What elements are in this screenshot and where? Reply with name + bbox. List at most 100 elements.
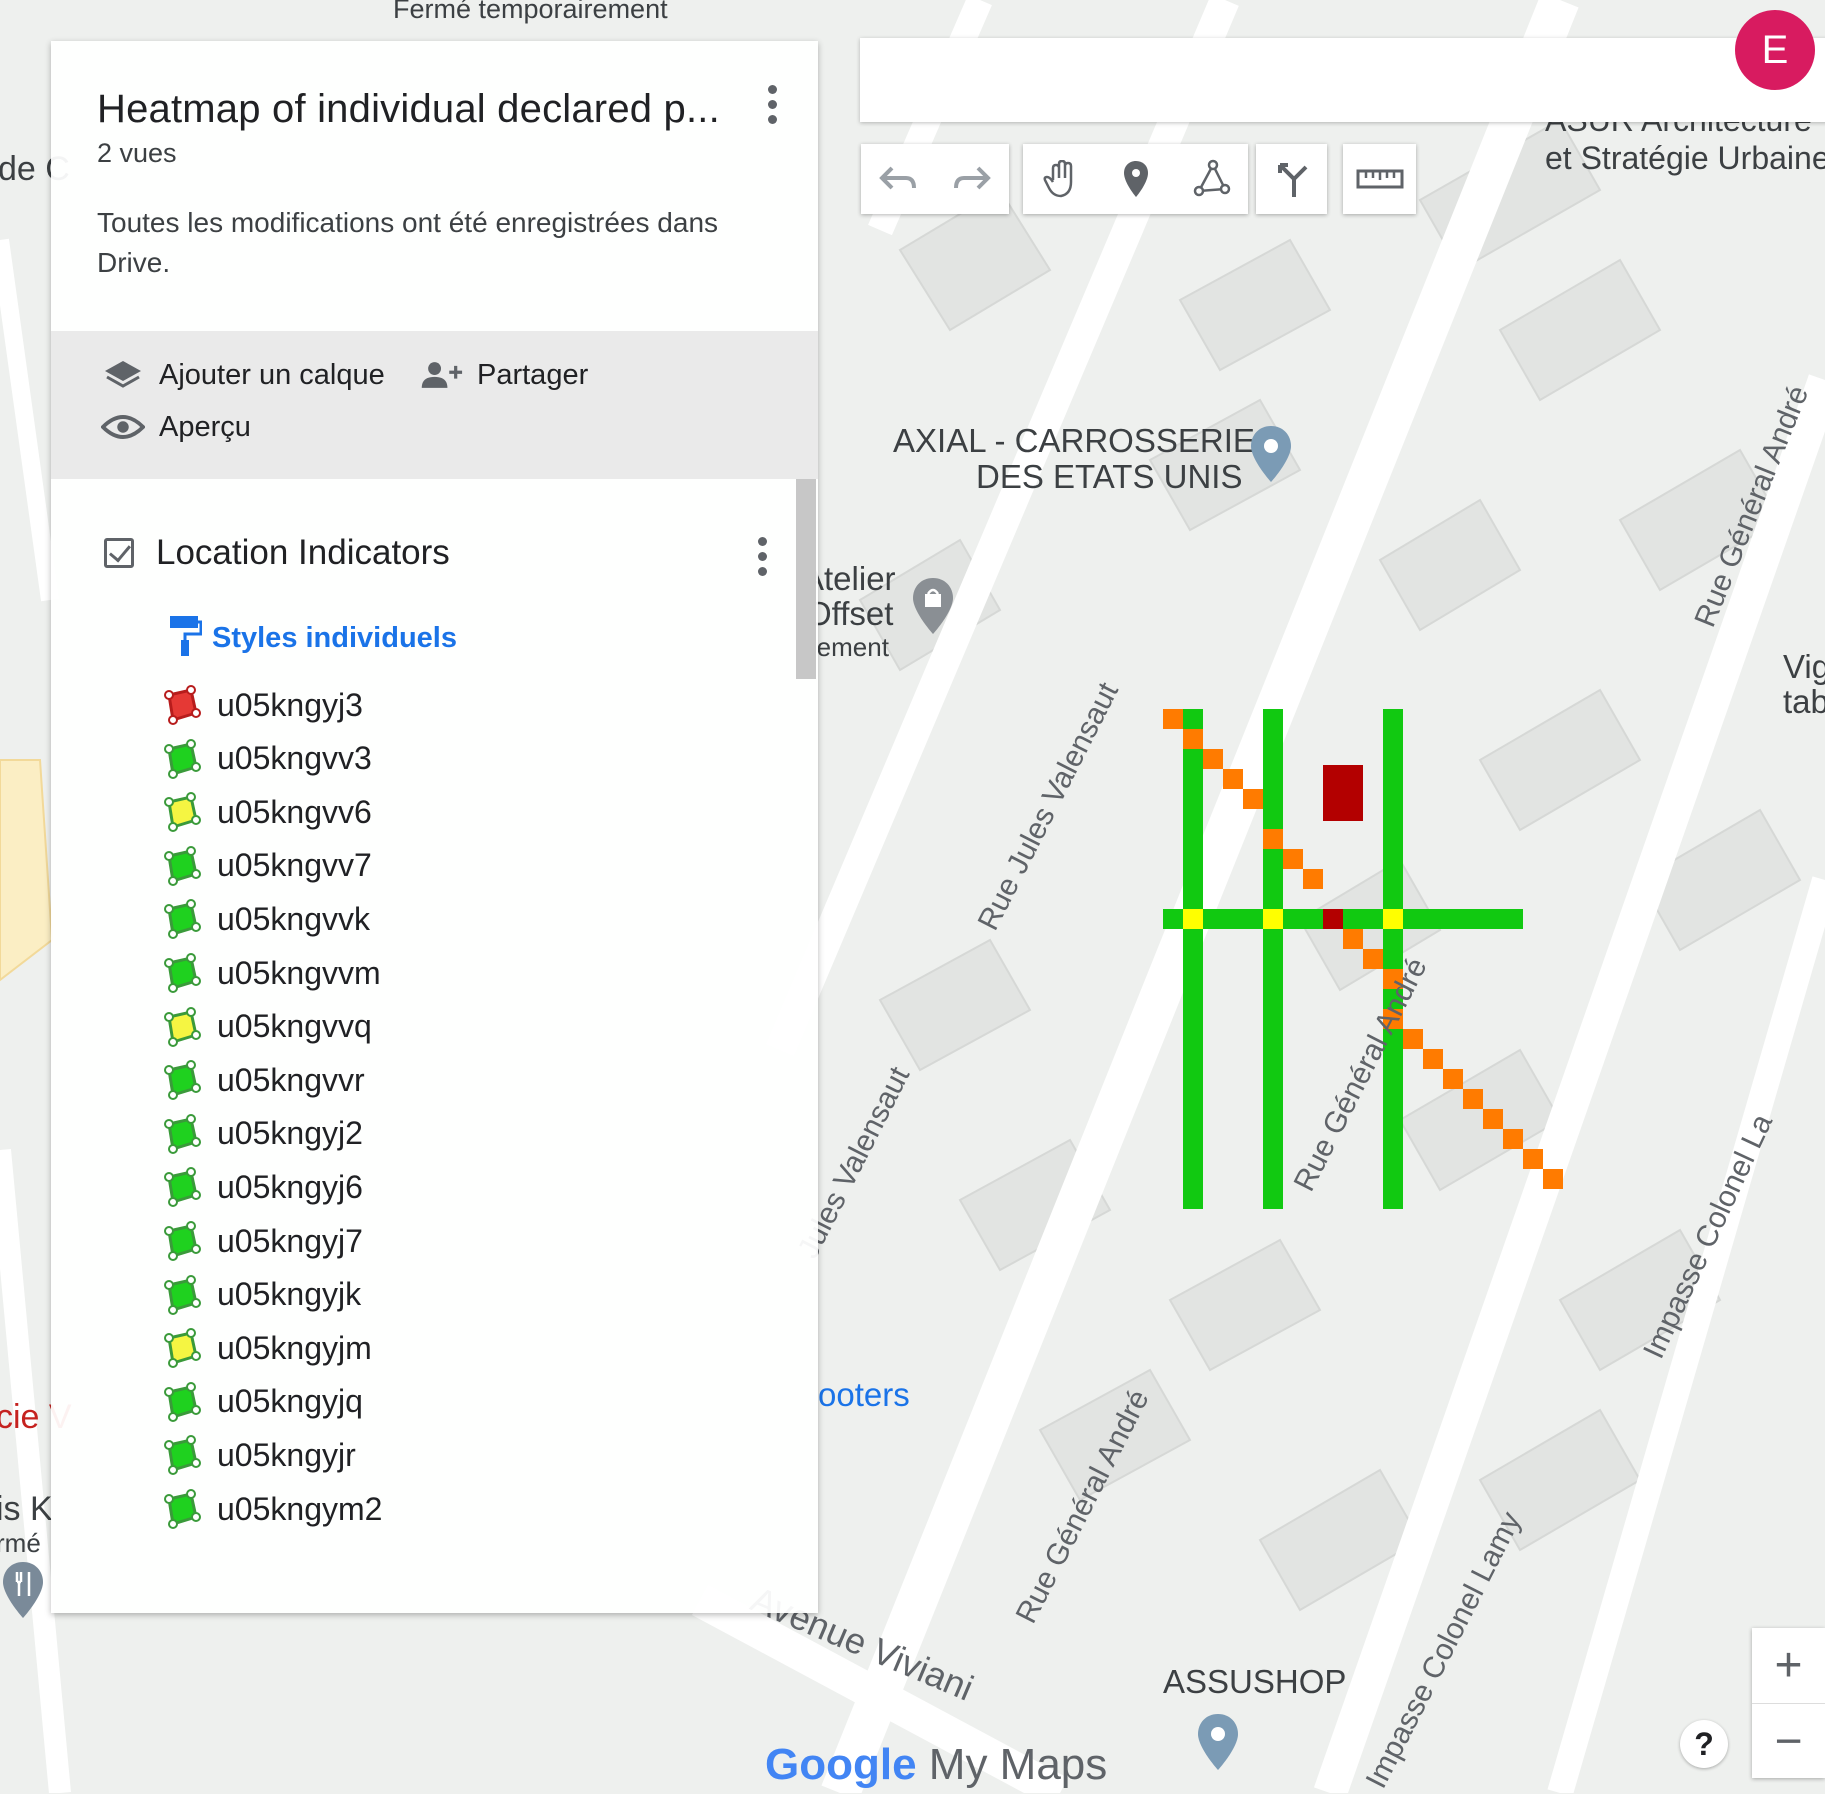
heatmap-cell[interactable] bbox=[1263, 849, 1283, 869]
pan-tool-button[interactable] bbox=[1023, 160, 1098, 198]
heatmap-cell[interactable] bbox=[1383, 1129, 1403, 1149]
poi-axial-pin-icon[interactable] bbox=[1248, 424, 1294, 486]
heatmap-cell[interactable] bbox=[1463, 909, 1483, 929]
poi-assushop-pin-icon[interactable] bbox=[1195, 1712, 1241, 1774]
heatmap-cell[interactable] bbox=[1383, 769, 1403, 789]
feature-item[interactable]: u05kngyjr bbox=[161, 1429, 356, 1481]
heatmap-cell[interactable] bbox=[1183, 969, 1203, 989]
heatmap-cell[interactable] bbox=[1183, 709, 1203, 729]
redo-button[interactable] bbox=[935, 164, 1009, 194]
heatmap-cell[interactable] bbox=[1383, 809, 1403, 829]
heatmap-cell[interactable] bbox=[1263, 769, 1283, 789]
map-options-menu-icon[interactable] bbox=[762, 85, 782, 131]
heatmap-cell[interactable] bbox=[1503, 1129, 1523, 1149]
heatmap-cell[interactable] bbox=[1263, 749, 1283, 769]
heatmap-cell[interactable] bbox=[1243, 909, 1263, 929]
heatmap-cell[interactable] bbox=[1383, 749, 1403, 769]
map-title[interactable]: Heatmap of individual declared p... bbox=[97, 87, 818, 132]
heatmap-cell[interactable] bbox=[1183, 1069, 1203, 1089]
heatmap-cell[interactable] bbox=[1543, 1169, 1563, 1189]
heatmap-cell[interactable] bbox=[1183, 929, 1203, 949]
help-button[interactable]: ? bbox=[1680, 1720, 1728, 1768]
heatmap-cell[interactable] bbox=[1183, 789, 1203, 809]
heatmap-cell[interactable] bbox=[1263, 869, 1283, 889]
heatmap-cell[interactable] bbox=[1183, 1029, 1203, 1049]
add-layer-button[interactable]: Ajouter un calque bbox=[101, 357, 385, 393]
panel-scrollbar[interactable] bbox=[796, 479, 816, 679]
heatmap-cell[interactable] bbox=[1263, 1009, 1283, 1029]
heatmap-cell[interactable] bbox=[1183, 1109, 1203, 1129]
heatmap-cell[interactable] bbox=[1483, 1109, 1503, 1129]
heatmap-cell[interactable] bbox=[1223, 909, 1243, 929]
heatmap-cell[interactable] bbox=[1263, 929, 1283, 949]
heatmap-cell[interactable] bbox=[1163, 909, 1183, 929]
heatmap-cell[interactable] bbox=[1403, 1029, 1423, 1049]
heatmap-cell[interactable] bbox=[1183, 1009, 1203, 1029]
heatmap-cell[interactable] bbox=[1263, 1089, 1283, 1109]
layer-visibility-checkbox[interactable] bbox=[104, 538, 134, 568]
heatmap-cell[interactable] bbox=[1183, 809, 1203, 829]
heatmap-cell[interactable] bbox=[1283, 849, 1303, 869]
feature-item[interactable]: u05kngvv3 bbox=[161, 733, 372, 785]
heatmap-cell[interactable] bbox=[1523, 1149, 1543, 1169]
feature-item[interactable]: u05kngvv7 bbox=[161, 840, 372, 892]
heatmap-cell[interactable] bbox=[1203, 909, 1223, 929]
feature-item[interactable]: u05kngvvk bbox=[161, 893, 370, 945]
heatmap-cell[interactable] bbox=[1183, 869, 1203, 889]
heatmap-cell[interactable] bbox=[1423, 909, 1443, 929]
heatmap-cell[interactable] bbox=[1363, 949, 1383, 969]
heatmap-cell[interactable] bbox=[1383, 909, 1403, 929]
heatmap-cell[interactable] bbox=[1263, 789, 1283, 809]
add-marker-button[interactable] bbox=[1098, 159, 1173, 199]
undo-button[interactable] bbox=[861, 164, 935, 194]
heatmap-cell[interactable] bbox=[1223, 769, 1243, 789]
heatmap-cell[interactable] bbox=[1383, 1149, 1403, 1169]
heatmap-cell[interactable] bbox=[1243, 789, 1263, 809]
heatmap-cell[interactable] bbox=[1183, 949, 1203, 969]
heatmap-cell[interactable] bbox=[1183, 1089, 1203, 1109]
feature-item[interactable]: u05kngyjq bbox=[161, 1376, 363, 1428]
feature-item[interactable]: u05kngyjk bbox=[161, 1269, 361, 1321]
heatmap-cell[interactable] bbox=[1183, 889, 1203, 909]
heatmap-cell[interactable] bbox=[1383, 829, 1403, 849]
heatmap-cell[interactable] bbox=[1443, 909, 1463, 929]
heatmap-cell[interactable] bbox=[1263, 949, 1283, 969]
heatmap-cell[interactable] bbox=[1383, 789, 1403, 809]
heatmap-cell[interactable] bbox=[1183, 1189, 1203, 1209]
heatmap-cell[interactable] bbox=[1183, 1129, 1203, 1149]
heatmap-cell[interactable] bbox=[1263, 889, 1283, 909]
heatmap-cell[interactable] bbox=[1263, 909, 1283, 929]
preview-button[interactable]: Aperçu bbox=[101, 409, 251, 445]
heatmap-cell[interactable] bbox=[1463, 1089, 1483, 1109]
heatmap-cell[interactable] bbox=[1263, 729, 1283, 749]
directions-button[interactable] bbox=[1256, 144, 1327, 214]
measure-button[interactable] bbox=[1343, 144, 1416, 214]
account-avatar[interactable]: E bbox=[1735, 10, 1815, 90]
heatmap-cell[interactable] bbox=[1383, 709, 1403, 729]
heatmap-cell[interactable] bbox=[1183, 829, 1203, 849]
heatmap-cell[interactable] bbox=[1183, 1149, 1203, 1169]
heatmap-cell[interactable] bbox=[1263, 1069, 1283, 1089]
zoom-out-button[interactable]: − bbox=[1752, 1704, 1825, 1779]
heatmap-cell[interactable] bbox=[1163, 709, 1183, 729]
heatmap-cell[interactable] bbox=[1363, 909, 1383, 929]
feature-item[interactable]: u05kngyj7 bbox=[161, 1215, 363, 1267]
heatmap-cell[interactable] bbox=[1263, 809, 1283, 829]
heatmap-cell[interactable] bbox=[1443, 1069, 1463, 1089]
heatmap-cell[interactable] bbox=[1343, 909, 1363, 929]
restaurant-pin-icon[interactable] bbox=[0, 1560, 46, 1622]
search-box[interactable] bbox=[860, 38, 1825, 122]
heatmap-cell[interactable] bbox=[1503, 909, 1523, 929]
heatmap-cell[interactable] bbox=[1303, 909, 1323, 929]
heatmap-cell[interactable] bbox=[1423, 1049, 1443, 1069]
feature-item[interactable]: u05kngym2 bbox=[161, 1483, 382, 1535]
feature-item[interactable]: u05kngvvq bbox=[161, 1001, 372, 1053]
zoom-in-button[interactable]: + bbox=[1752, 1628, 1825, 1704]
heatmap-cell[interactable] bbox=[1183, 849, 1203, 869]
layer-options-menu-icon[interactable] bbox=[752, 537, 772, 583]
draw-line-button[interactable] bbox=[1173, 159, 1248, 199]
individual-styles-link[interactable]: Styles individuels bbox=[212, 622, 457, 655]
heatmap-cell[interactable] bbox=[1383, 729, 1403, 749]
heatmap-cell[interactable] bbox=[1183, 769, 1203, 789]
feature-item[interactable]: u05kngvv6 bbox=[161, 786, 372, 838]
